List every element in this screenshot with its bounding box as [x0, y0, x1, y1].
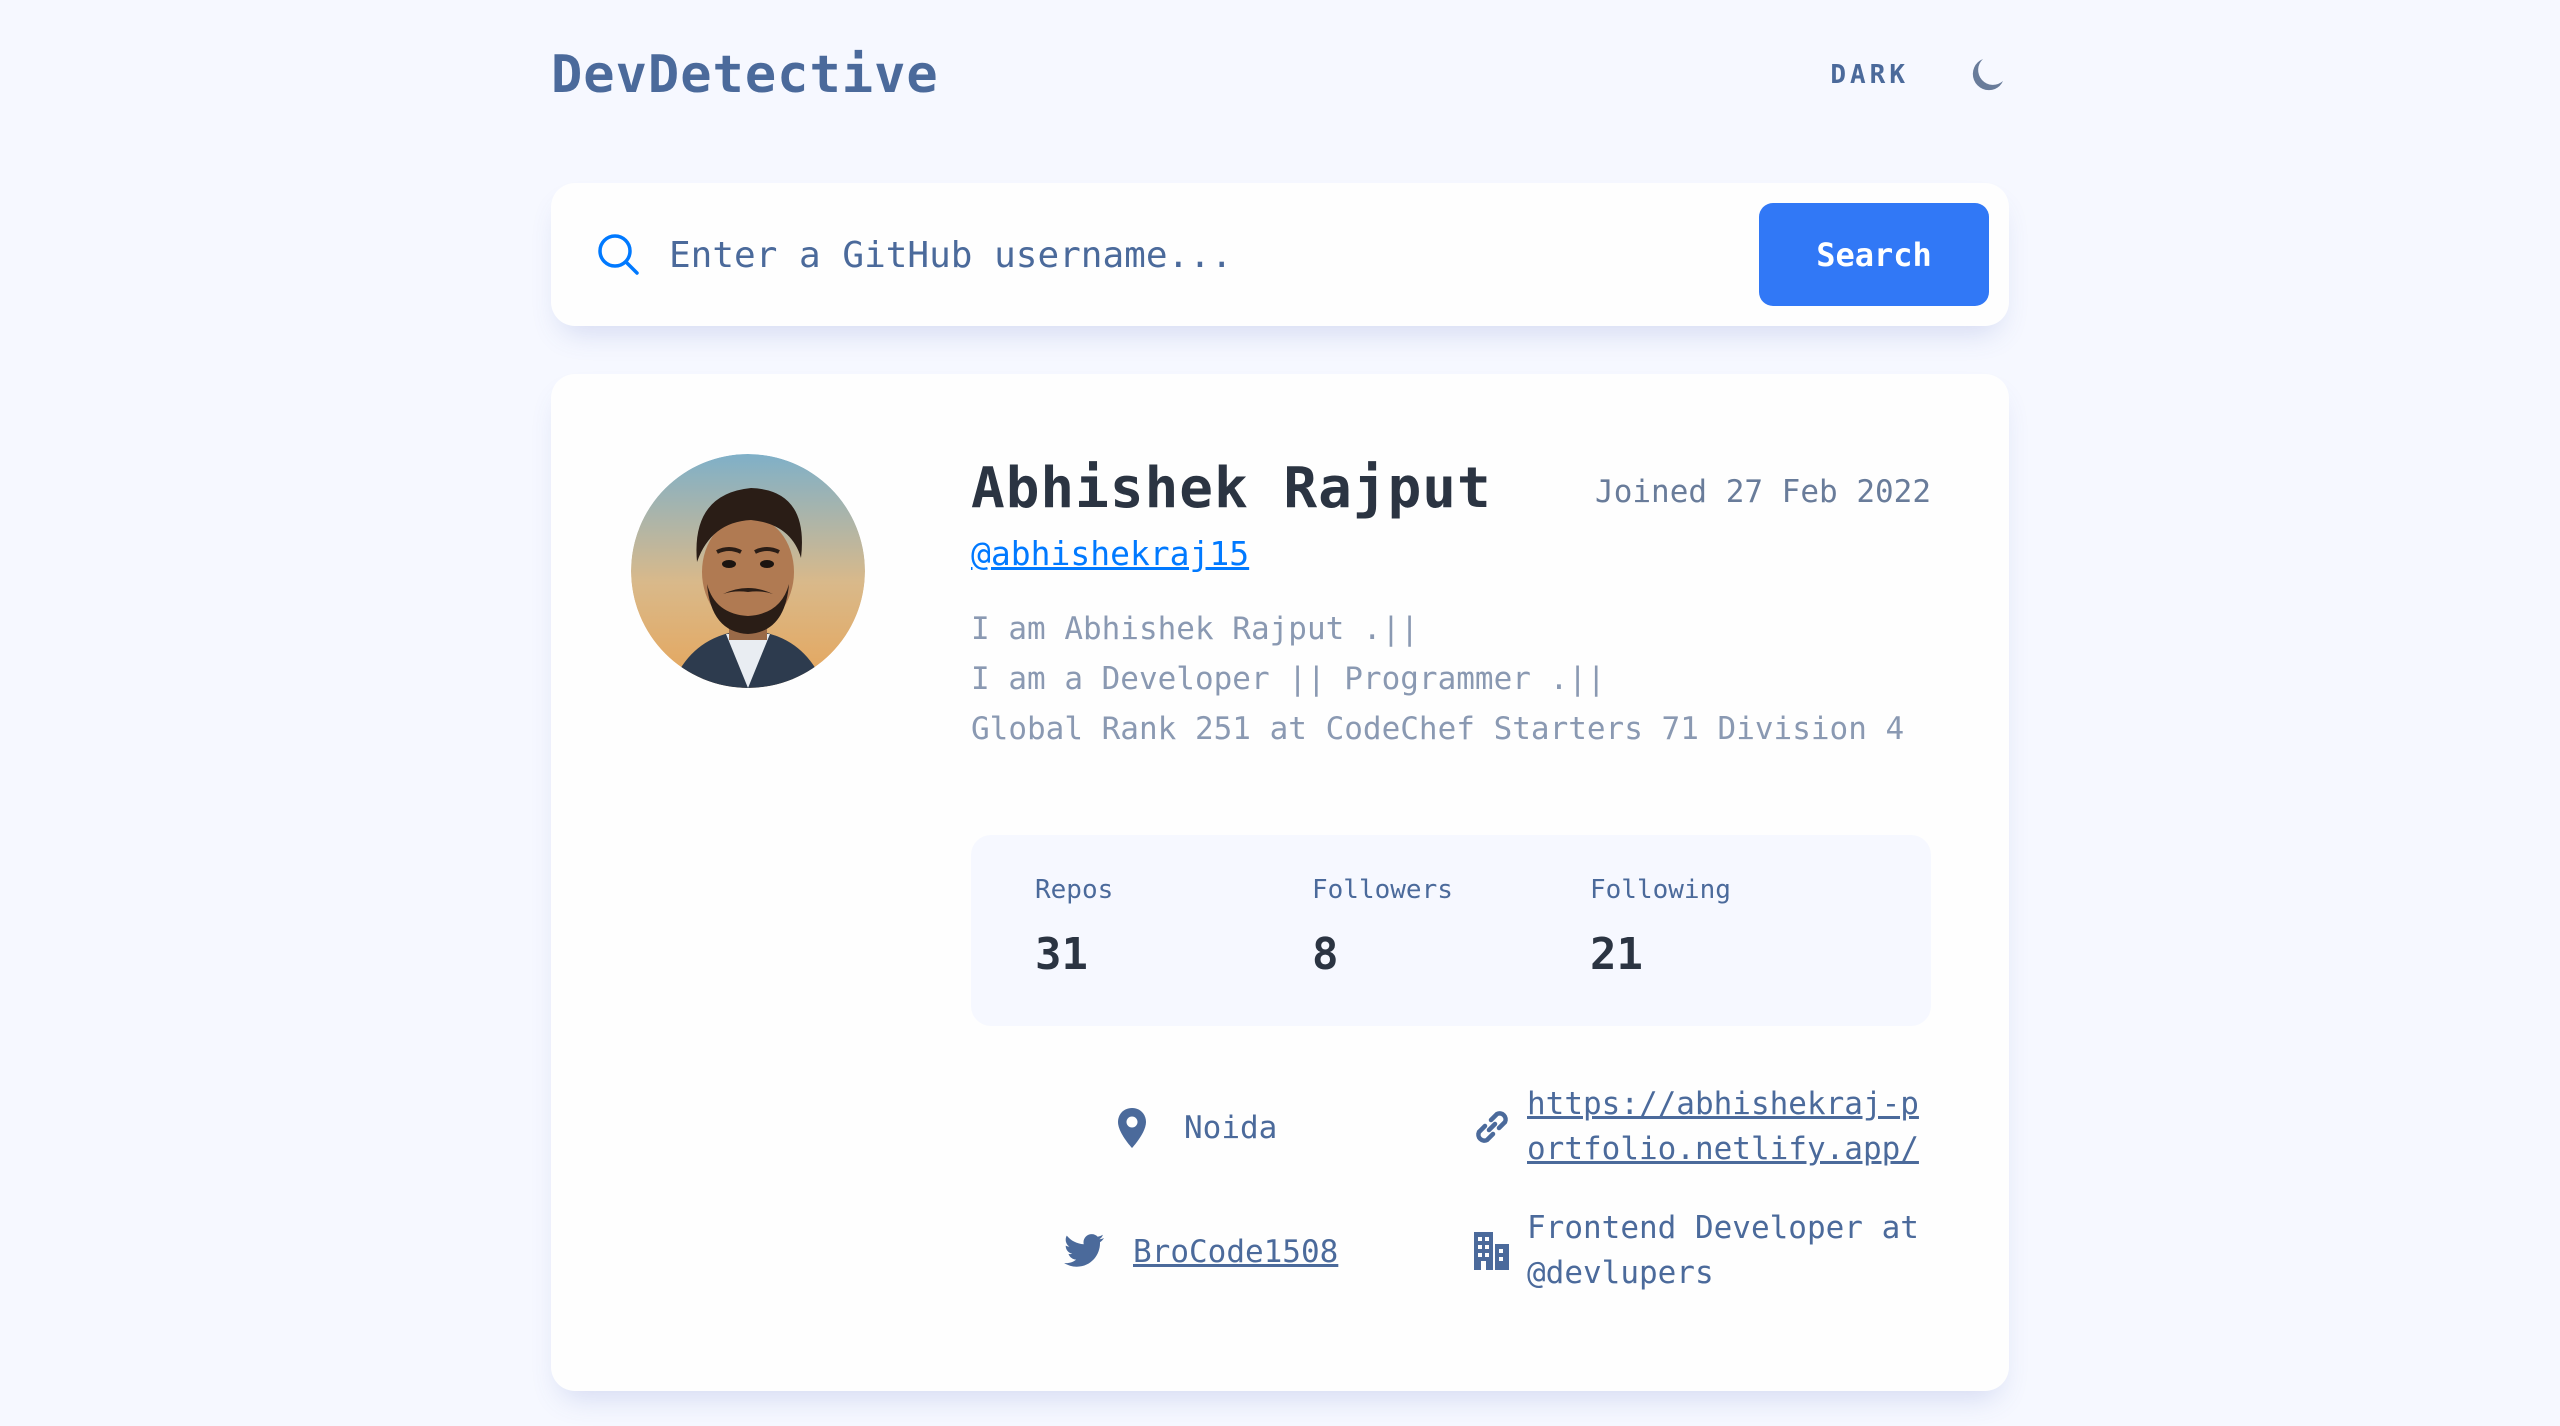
search-bar: Search	[551, 183, 2009, 326]
link-icon	[1476, 1111, 1508, 1143]
location-item: Noida	[1116, 1106, 1277, 1150]
company-text-line: Frontend Developer at	[1527, 1210, 1919, 1246]
stat-label: Repos	[1035, 875, 1114, 905]
stat-value: 8	[1312, 929, 1339, 980]
profile-name: Abhishek Rajput	[971, 456, 1492, 521]
search-input[interactable]	[669, 213, 1489, 297]
search-button[interactable]: Search	[1759, 203, 1989, 306]
stat-label: Following	[1590, 875, 1731, 905]
app-logo: DevDetective	[551, 45, 939, 105]
stat-following: Following 21	[1590, 873, 1850, 985]
website-link[interactable]: https://abhishekraj-p ortfolio.netlify.a…	[1527, 1082, 1919, 1172]
app-container: DevDetective DARK Search	[551, 0, 2009, 1426]
moon-icon	[1972, 59, 2003, 91]
website-item[interactable]: https://abhishekraj-p ortfolio.netlify.a…	[1471, 1082, 1919, 1172]
twitter-icon	[1064, 1234, 1104, 1267]
stats-panel: Repos 31 Followers 8 Following 21	[971, 835, 1931, 1026]
profile-card: Abhishek Rajput Joined 27 Feb 2022 @abhi…	[551, 374, 2009, 1391]
bio-line: Global Rank 251 at CodeChef Starters 71 …	[971, 711, 1905, 747]
profile-links: Noida https://abhishekraj-p ortfolio.net…	[971, 1086, 1931, 1314]
location-pin-icon	[1118, 1108, 1146, 1148]
avatar	[631, 454, 865, 688]
website-link-line: https://abhishekraj-p	[1527, 1086, 1919, 1122]
twitter-item[interactable]: BroCode1508	[1063, 1230, 1338, 1274]
stat-repos: Repos 31	[1035, 873, 1295, 985]
building-icon	[1474, 1232, 1509, 1270]
bio-line: I am Abhishek Rajput .||	[971, 611, 1419, 647]
profile-bio: I am Abhishek Rajput .|| I am a Develope…	[971, 604, 1931, 754]
stat-value: 31	[1035, 929, 1088, 980]
theme-toggle-button[interactable]: DARK	[1830, 40, 2009, 110]
profile-handle-link[interactable]: @abhishekraj15	[971, 532, 1249, 576]
location-text: Noida	[1184, 1110, 1278, 1146]
joined-date: Joined 27 Feb 2022	[1595, 474, 1931, 510]
stat-label: Followers	[1312, 875, 1453, 905]
website-link-line: ortfolio.netlify.app/	[1527, 1131, 1919, 1167]
company-text-line: @devlupers	[1527, 1255, 1714, 1291]
search-icon	[598, 234, 639, 275]
stat-value: 21	[1590, 929, 1643, 980]
company-text: Frontend Developer at @devlupers	[1527, 1206, 1919, 1296]
twitter-link[interactable]: BroCode1508	[1133, 1230, 1338, 1274]
bio-line: I am a Developer || Programmer .||	[971, 661, 1606, 697]
company-item: Frontend Developer at @devlupers	[1471, 1206, 1919, 1296]
header: DevDetective DARK	[551, 40, 2009, 110]
stat-followers: Followers 8	[1312, 873, 1572, 985]
theme-toggle-label: DARK	[1830, 60, 1909, 90]
